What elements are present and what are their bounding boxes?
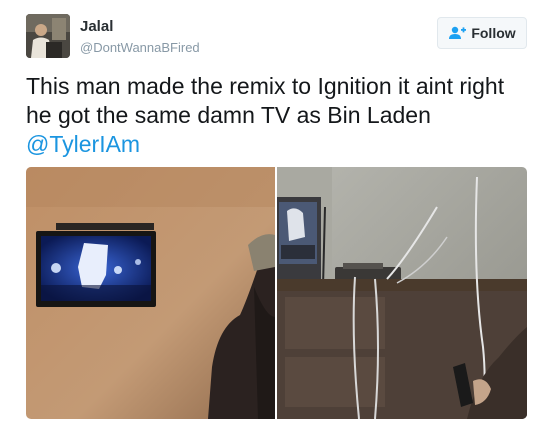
media-gallery <box>26 167 527 419</box>
photo-tv-wall-image <box>26 167 275 419</box>
photo-tv-room[interactable] <box>277 167 527 419</box>
avatar-image <box>26 14 70 58</box>
tweet-body: This man made the remix to Ignition it a… <box>26 73 505 128</box>
user-name[interactable]: Jalal <box>80 18 113 35</box>
mention-link[interactable]: @TylerIAm <box>26 131 140 157</box>
photo-tv-room-image <box>277 167 527 419</box>
follow-button-label: Follow <box>471 25 516 41</box>
tweet-card: Jalal @DontWannaBFired Follow This man m… <box>0 0 560 426</box>
avatar[interactable] <box>26 14 70 58</box>
user-handle[interactable]: @DontWannaBFired <box>80 40 200 55</box>
person-plus-icon <box>448 26 467 40</box>
tweet-text: This man made the remix to Ignition it a… <box>26 72 536 159</box>
photo-tv-wall[interactable] <box>26 167 275 419</box>
follow-button[interactable]: Follow <box>437 17 527 49</box>
